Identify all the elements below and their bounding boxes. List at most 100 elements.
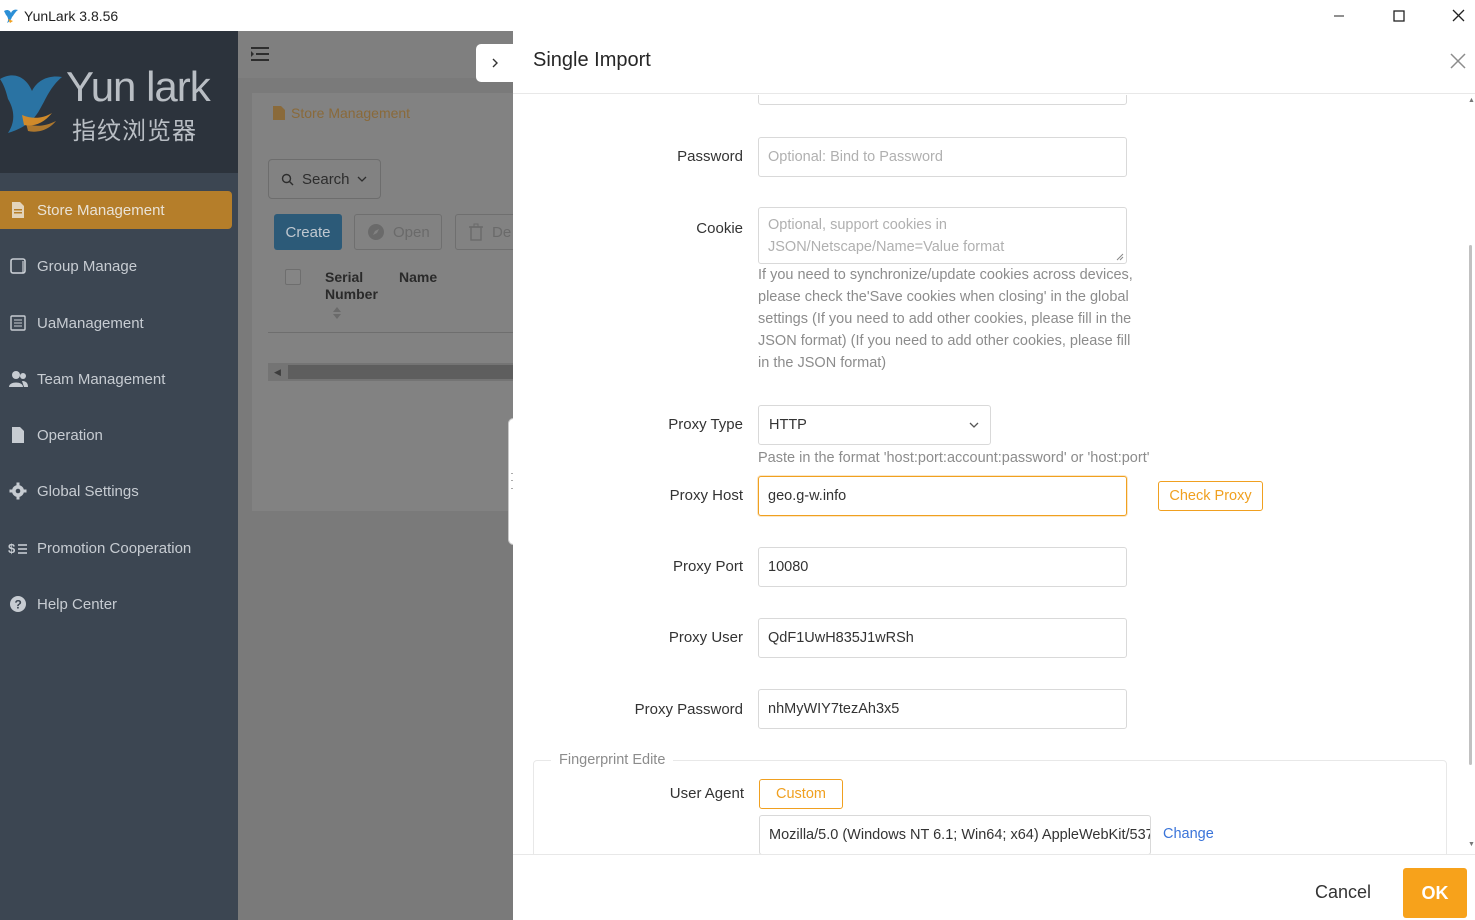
close-window-button[interactable] <box>1429 0 1475 31</box>
proxy-format-hint: Paste in the format 'host:port:account:p… <box>758 450 1150 466</box>
horizontal-scrollbar[interactable]: ◀ <box>268 363 513 381</box>
user-agent-label: User Agent <box>669 785 744 802</box>
group-icon <box>8 256 28 276</box>
app-logo: Yun lark 指纹浏览器 <box>0 31 238 173</box>
sidebar-item-label: Operation <box>37 426 103 444</box>
sidebar-item-ua-management[interactable]: UaManagement <box>0 304 232 342</box>
sidebar-item-store-management[interactable]: Store Management <box>0 191 232 229</box>
store-icon <box>273 106 285 120</box>
proxy-host-label: Proxy Host <box>669 487 743 504</box>
sidebar-item-group-manage[interactable]: Group Manage <box>0 247 232 285</box>
gear-icon <box>8 481 28 501</box>
breadcrumb: Store Management <box>272 105 410 121</box>
sidebar-item-label: Store Management <box>37 201 165 219</box>
window-title: YunLark 3.8.56 <box>24 7 119 24</box>
ok-button[interactable]: OK <box>1403 868 1467 918</box>
maximize-button[interactable] <box>1370 0 1428 31</box>
minimize-button[interactable] <box>1310 0 1368 31</box>
file-icon <box>8 425 28 445</box>
proxy-password-input[interactable]: nhMyWIY7tezAh3x5 <box>758 689 1127 729</box>
sidebar-item-label: Team Management <box>37 370 166 388</box>
close-icon[interactable] <box>1448 51 1468 71</box>
dollar-list-icon: $ <box>8 538 28 558</box>
delete-button[interactable]: De <box>455 214 517 250</box>
select-all-checkbox[interactable] <box>285 269 301 285</box>
sidebar-item-help-center[interactable]: ? Help Center <box>0 585 232 623</box>
proxy-user-label: Proxy User <box>668 629 743 646</box>
sort-icon[interactable] <box>332 306 342 320</box>
single-import-drawer: Single Import Password Optional: Bind to… <box>513 31 1475 920</box>
trash-icon <box>469 223 483 241</box>
close-icon <box>1452 9 1464 22</box>
proxy-host-input[interactable]: geo.g-w.info <box>758 476 1127 516</box>
sidebar-item-label: Group Manage <box>37 257 138 275</box>
drawer-header: Single Import <box>513 31 1475 94</box>
search-icon <box>281 173 294 185</box>
delete-label: De <box>492 223 512 241</box>
sidebar-item-label: Help Center <box>37 595 118 613</box>
proxy-password-label: Proxy Password <box>634 701 743 718</box>
create-button[interactable]: Create <box>274 214 342 250</box>
logo-text-cn: 指纹浏览器 <box>72 118 197 145</box>
chevron-down-icon <box>357 176 366 182</box>
drawer-body: Password Optional: Bind to Password Cook… <box>513 95 1475 854</box>
sidebar-item-label: Global Settings <box>37 482 139 500</box>
bird-logo-icon <box>4 9 18 23</box>
scroll-down-icon[interactable]: ▼ <box>1468 841 1475 848</box>
scroll-up-icon[interactable]: ▲ <box>1468 97 1475 104</box>
cancel-button[interactable]: Cancel <box>1303 875 1383 909</box>
sidebar-item-label: UaManagement <box>37 314 144 332</box>
open-button[interactable]: Open <box>354 214 442 250</box>
bird-logo-icon <box>0 75 62 133</box>
proxy-type-value: HTTP <box>769 417 807 433</box>
column-header-label: Serial Number <box>325 269 378 302</box>
sidebar-item-global-settings[interactable]: Global Settings <box>0 472 232 510</box>
maximize-icon <box>1393 9 1405 22</box>
cookie-label: Cookie <box>696 220 743 237</box>
column-header-name[interactable]: Name <box>399 269 437 285</box>
proxy-user-input[interactable]: QdF1UwH835J1wRSh <box>758 618 1127 658</box>
search-dropdown[interactable]: Search <box>268 159 381 199</box>
check-proxy-button[interactable]: Check Proxy <box>1158 481 1263 511</box>
table-divider <box>268 332 513 333</box>
open-label: Open <box>393 223 430 241</box>
chevron-right-icon <box>492 58 498 68</box>
menu-fold-icon[interactable] <box>250 45 270 63</box>
user-agent-input[interactable]: Mozilla/5.0 (Windows NT 6.1; Win64; x64)… <box>759 815 1151 854</box>
previous-field-input[interactable] <box>758 95 1127 105</box>
scrollbar-thumb[interactable] <box>1469 245 1472 765</box>
svg-text:?: ? <box>15 598 22 612</box>
breadcrumb-label: Store Management <box>291 105 411 121</box>
sidebar-item-label: Promotion Cooperation <box>37 539 192 557</box>
custom-ua-button[interactable]: Custom <box>759 779 843 809</box>
store-icon <box>8 200 28 220</box>
vertical-scrollbar[interactable]: ▲ ▼ <box>1465 95 1475 854</box>
scroll-left-icon[interactable]: ◀ <box>274 367 281 378</box>
scrollbar-thumb[interactable] <box>288 365 513 379</box>
compass-icon <box>368 224 384 240</box>
cookie-hint: If you need to synchronize/update cookie… <box>758 267 1133 371</box>
collapse-drawer-button[interactable] <box>476 44 513 82</box>
main-header <box>238 31 513 78</box>
resize-handle-icon[interactable] <box>1116 253 1124 261</box>
proxy-type-label: Proxy Type <box>668 416 743 433</box>
drawer-title: Single Import <box>533 49 651 71</box>
logo-text-en: Yun lark <box>66 63 211 110</box>
sidebar-item-promotion-cooperation[interactable]: $ Promotion Cooperation <box>0 529 232 567</box>
fingerprint-legend: Fingerprint Edite <box>551 752 674 768</box>
proxy-port-label: Proxy Port <box>672 558 743 575</box>
password-label: Password <box>677 148 743 165</box>
cookie-textarea[interactable]: Optional, support cookies in JSON/Netsca… <box>758 207 1127 264</box>
change-ua-link[interactable]: Change <box>1163 826 1214 842</box>
cookie-placeholder: Optional, support cookies in JSON/Netsca… <box>768 217 1005 255</box>
proxy-port-input[interactable]: 10080 <box>758 547 1127 587</box>
proxy-type-select[interactable]: HTTP <box>758 405 991 445</box>
list-icon <box>8 313 28 333</box>
sidebar-item-operation[interactable]: Operation <box>0 416 232 454</box>
sidebar-item-team-management[interactable]: Team Management <box>0 360 232 398</box>
help-icon: ? <box>8 594 28 614</box>
password-input[interactable]: Optional: Bind to Password <box>758 137 1127 177</box>
column-header-serial-number[interactable]: Serial Number <box>325 269 395 303</box>
team-icon <box>8 369 28 389</box>
sidebar: Yun lark 指纹浏览器 Store Management Group Ma… <box>0 31 238 920</box>
